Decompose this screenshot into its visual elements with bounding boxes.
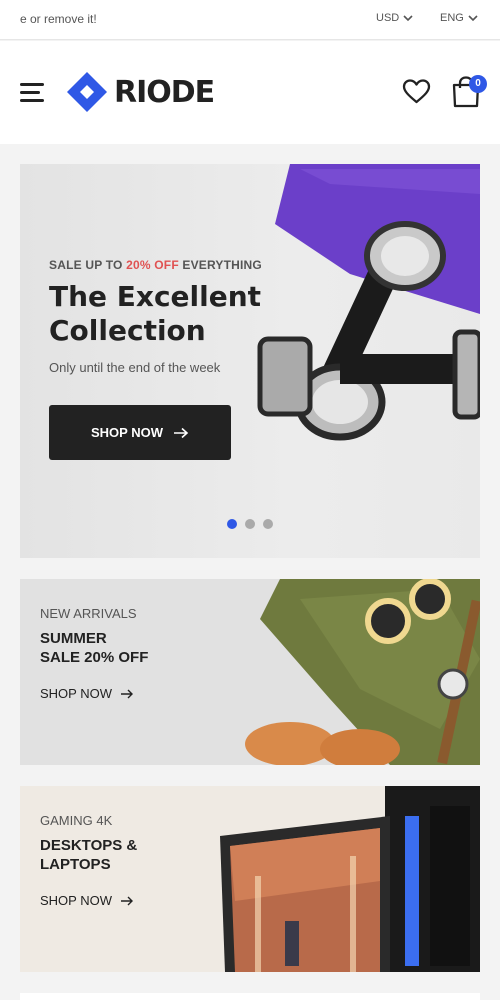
- promo-card-gaming[interactable]: GAMING 4K DESKTOPS & LAPTOPS SHOP NOW: [20, 786, 480, 972]
- top-notice: e or remove it!: [20, 12, 97, 26]
- hero-kicker-prefix: SALE UP TO: [49, 258, 127, 272]
- promo-title-line2: SALE 20% OFF: [40, 649, 149, 666]
- logo-text: RIODE: [114, 74, 215, 110]
- slider-dots: [227, 519, 273, 529]
- heart-icon[interactable]: [402, 78, 431, 105]
- promo-kicker: GAMING 4K: [40, 813, 113, 828]
- logo-mark-icon: [67, 72, 107, 112]
- currency-dropdown[interactable]: USD: [376, 12, 413, 24]
- currency-label: USD: [376, 12, 400, 24]
- shop-now-link-label: SHOP NOW: [40, 893, 112, 908]
- summer-accessories-image: [245, 579, 480, 765]
- cart-count-badge: 0: [469, 75, 487, 93]
- next-section-edge: [20, 993, 480, 1000]
- site-logo[interactable]: RIODE: [66, 71, 215, 113]
- arrow-right-icon: [174, 427, 189, 438]
- hero-title: The Excellent Collection: [49, 280, 262, 347]
- promo-title-line1: DESKTOPS &: [40, 837, 138, 854]
- language-dropdown[interactable]: ENG: [440, 12, 478, 24]
- promo-title: SUMMER SALE 20% OFF: [40, 629, 200, 667]
- promo-title-line1: SUMMER: [40, 630, 107, 647]
- promo-title-line2: LAPTOPS: [40, 856, 111, 873]
- chevron-down-icon: [403, 15, 413, 22]
- gaming-desktop-image: [220, 786, 480, 972]
- shop-now-link[interactable]: SHOP NOW: [40, 893, 134, 908]
- promo-card-summer[interactable]: NEW ARRIVALS SUMMER SALE 20% OFF SHOP NO…: [20, 579, 480, 765]
- hamburger-icon[interactable]: [20, 83, 46, 103]
- hero-banner: SALE UP TO 20% OFF EVERYTHING The Excell…: [20, 164, 480, 558]
- chevron-down-icon: [468, 15, 478, 22]
- site-header: RIODE 0: [0, 41, 500, 144]
- arrow-right-icon: [121, 896, 133, 905]
- promo-title: DESKTOPS & LAPTOPS: [40, 836, 200, 874]
- slider-dot[interactable]: [245, 519, 255, 529]
- hero-kicker-suffix: EVERYTHING: [178, 258, 262, 272]
- hero-kicker: SALE UP TO 20% OFF EVERYTHING: [49, 258, 262, 272]
- shop-now-link[interactable]: SHOP NOW: [40, 686, 134, 701]
- language-label: ENG: [440, 12, 464, 24]
- hero-kicker-highlight: 20% OFF: [126, 258, 179, 272]
- slider-dot[interactable]: [263, 519, 273, 529]
- hero-subtitle: Only until the end of the week: [49, 360, 221, 375]
- shop-now-button[interactable]: SHOP NOW: [49, 405, 231, 460]
- top-bar: e or remove it! USD ENG: [0, 0, 500, 40]
- arrow-right-icon: [121, 689, 133, 698]
- promo-kicker: NEW ARRIVALS: [40, 606, 137, 621]
- slider-dot[interactable]: [227, 519, 237, 529]
- shop-now-label: SHOP NOW: [91, 425, 163, 440]
- shop-now-link-label: SHOP NOW: [40, 686, 112, 701]
